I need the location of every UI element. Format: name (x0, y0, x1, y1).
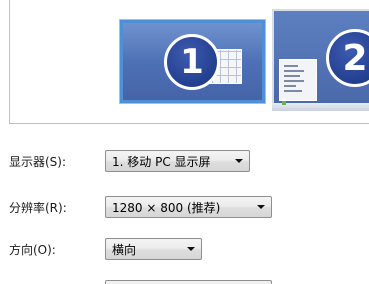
resolution-row: 分辨率(R): (9, 195, 67, 219)
document-line (284, 65, 298, 67)
display-select[interactable]: 1. 移动 PC 显示屏 (105, 150, 250, 172)
resolution-select-value: 1280 × 800 (推荐) (112, 200, 221, 215)
monitor-2-number-badge: 2 (326, 29, 369, 87)
screen-resolution-panel: 1 2 显示器(S): 1. 移动 PC 显示屏 分辨率(R): 1280 × … (0, 0, 369, 284)
monitor-2-thumbnail[interactable]: 2 (272, 9, 369, 107)
start-button-icon (282, 101, 286, 105)
orientation-row: 方向(O): (9, 237, 56, 261)
next-select-partial[interactable] (105, 280, 272, 284)
document-line (284, 85, 296, 87)
monitor-preview-area: 1 2 (9, 0, 369, 124)
monitor-2-bezel-bottom (272, 103, 369, 111)
chevron-down-icon (187, 247, 195, 251)
monitor-1-thumbnail[interactable]: 1 (120, 20, 265, 103)
monitor-2-number: 2 (342, 37, 368, 79)
chevron-down-icon (257, 205, 265, 209)
document-window-icon (279, 59, 317, 101)
document-line (284, 80, 304, 82)
chevron-down-icon (235, 159, 243, 163)
orientation-label: 方向(O): (9, 242, 56, 257)
orientation-select-value: 横向 (112, 242, 137, 257)
resolution-label: 分辨率(R): (9, 200, 67, 215)
display-row: 显示器(S): (9, 149, 66, 173)
monitor-1-number: 1 (180, 42, 204, 82)
document-line (284, 75, 300, 77)
monitor-1-number-badge: 1 (164, 34, 220, 90)
display-label: 显示器(S): (9, 154, 67, 169)
document-line (284, 90, 302, 92)
resolution-select[interactable]: 1280 × 800 (推荐) (105, 196, 272, 218)
display-select-value: 1. 移动 PC 显示屏 (112, 154, 211, 169)
orientation-select[interactable]: 横向 (105, 238, 202, 260)
document-line (284, 70, 304, 72)
